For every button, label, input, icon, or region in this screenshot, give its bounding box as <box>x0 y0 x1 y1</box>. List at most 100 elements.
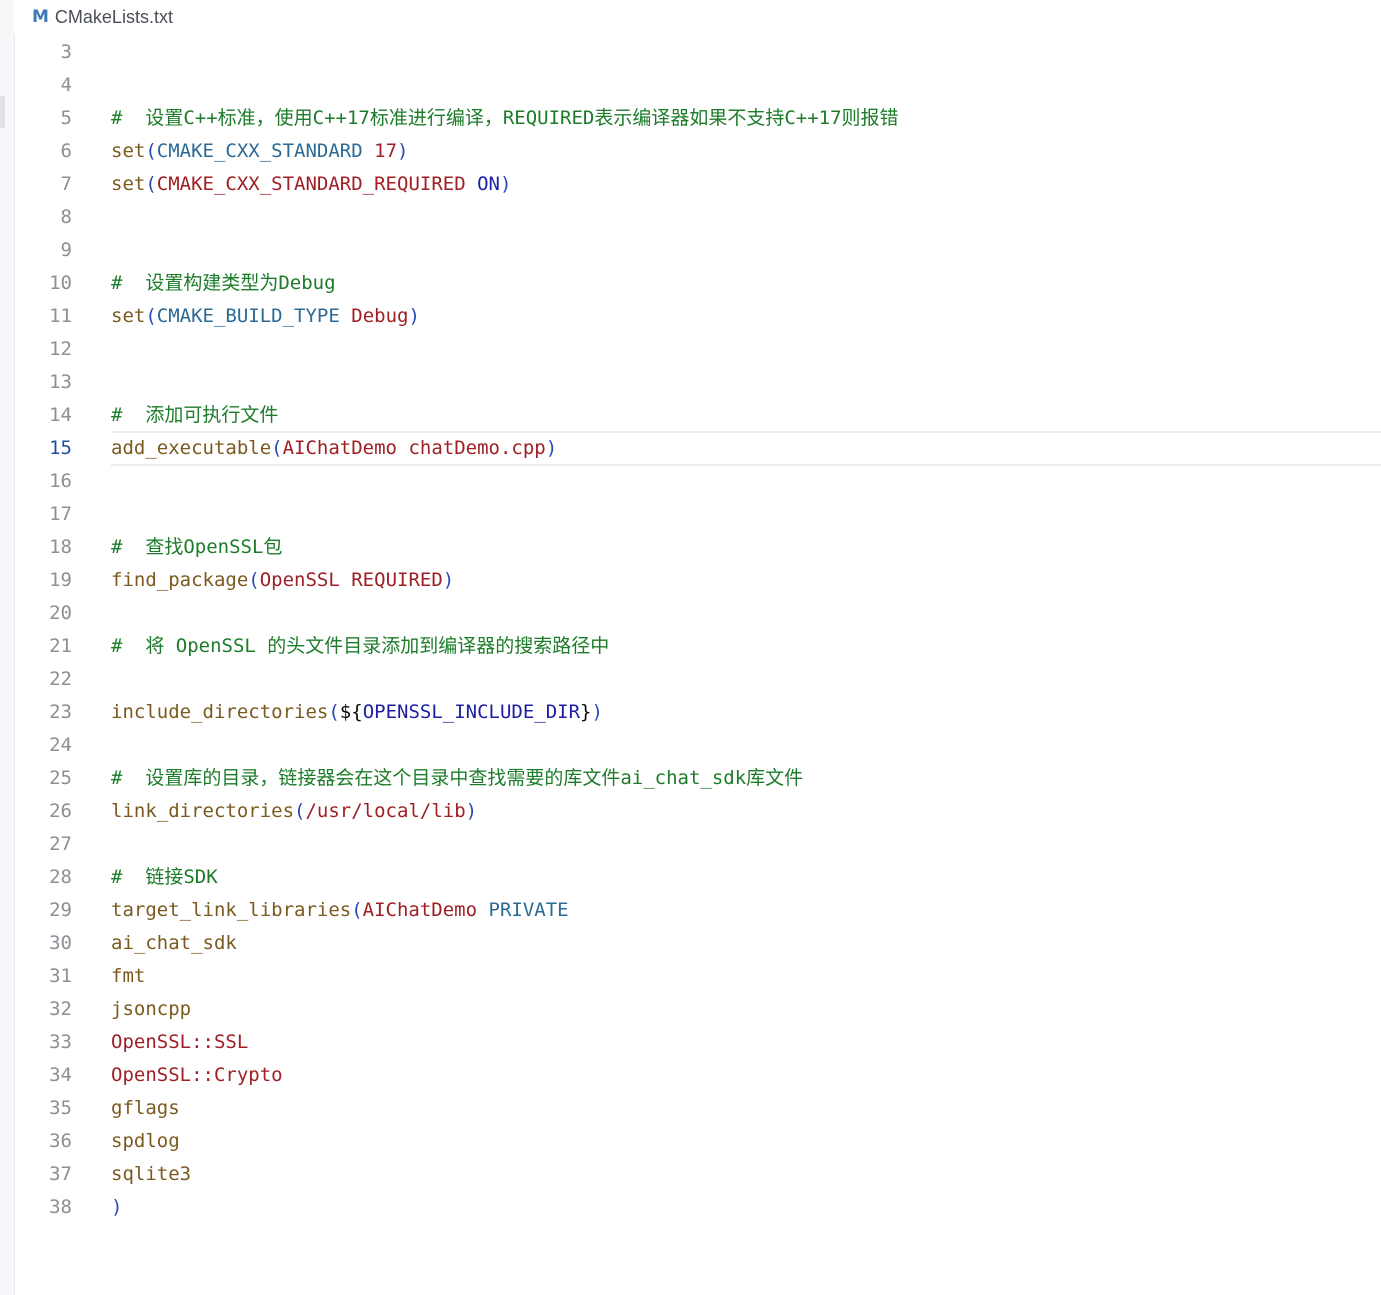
code-token: CMAKE_CXX_STANDARD_REQUIRED <box>156 173 466 195</box>
code-line[interactable]: 35 gflags <box>14 1092 1381 1125</box>
code-line[interactable]: 32 jsoncpp <box>14 993 1381 1026</box>
code-text: target_link_libraries(AIChatDemo PRIVATE <box>111 894 569 927</box>
code-line[interactable]: 15 add_executable(AIChatDemo chatDemo.cpp… <box>14 431 1381 466</box>
line-number: 6 <box>60 140 72 162</box>
editor-tab-bar: M CMakeLists.txt <box>14 0 1381 34</box>
line-number: 4 <box>60 74 72 96</box>
code-token: ( <box>351 899 363 921</box>
line-number: 16 <box>49 470 72 492</box>
code-token: OPENSSL_INCLUDE_DIR <box>362 701 581 723</box>
code-token: AIChatDemo <box>362 899 478 921</box>
line-number: 37 <box>49 1163 72 1185</box>
code-line[interactable]: 8 <box>14 201 1381 234</box>
code-line[interactable]: 31 fmt <box>14 960 1381 993</box>
code-line[interactable]: 11 set(CMAKE_BUILD_TYPE Debug) <box>14 300 1381 333</box>
code-token: fmt <box>111 965 146 987</box>
code-token: ( <box>328 701 340 723</box>
file-tab[interactable]: M CMakeLists.txt <box>32 5 173 29</box>
code-line[interactable]: 30 ai_chat_sdk <box>14 927 1381 960</box>
code-line[interactable]: 10 # 设置构建类型为Debug <box>14 267 1381 300</box>
code-line[interactable]: 16 <box>14 465 1381 498</box>
code-line[interactable]: 21 # 将 OpenSSL 的头文件目录添加到编译器的搜索路径中 <box>14 630 1381 663</box>
code-line[interactable]: 22 <box>14 663 1381 696</box>
code-text: OpenSSL::Crypto <box>111 1059 283 1092</box>
code-text: link_directories(/usr/local/lib) <box>111 795 477 828</box>
code-token: ( <box>248 569 260 591</box>
code-line[interactable]: 34 OpenSSL::Crypto <box>14 1059 1381 1092</box>
code-line[interactable]: 20 <box>14 597 1381 630</box>
code-line[interactable]: 29 target_link_libraries(AIChatDemo PRIVA… <box>14 894 1381 927</box>
code-token: /usr/local/lib <box>305 800 466 822</box>
code-token: ) <box>591 701 603 723</box>
code-token: ( <box>145 173 157 195</box>
code-line[interactable]: 9 <box>14 234 1381 267</box>
line-number: 31 <box>49 965 72 987</box>
code-line[interactable]: 6 set(CMAKE_CXX_STANDARD 17) <box>14 135 1381 168</box>
line-number: 25 <box>49 767 72 789</box>
code-line[interactable]: 37 sqlite3 <box>14 1158 1381 1191</box>
code-line[interactable]: 4 <box>14 69 1381 102</box>
code-line[interactable]: 7 set(CMAKE_CXX_STANDARD_REQUIRED ON) <box>14 168 1381 201</box>
code-text: add_executable(AIChatDemo chatDemo.cpp) <box>111 432 557 465</box>
left-tool-strip <box>0 0 15 1295</box>
line-number: 21 <box>49 635 72 657</box>
file-tab-label: CMakeLists.txt <box>54 6 173 27</box>
code-line[interactable]: 19 find_package(OpenSSL REQUIRED) <box>14 564 1381 597</box>
code-token: Debug <box>351 305 409 327</box>
code-token: find_package <box>111 569 249 591</box>
code-token: AIChatDemo chatDemo.cpp <box>282 437 546 459</box>
code-token: jsoncpp <box>111 998 192 1020</box>
line-number: 3 <box>60 41 72 63</box>
code-text: sqlite3 <box>111 1158 191 1191</box>
line-number: 17 <box>49 503 72 525</box>
code-token: # 设置库的目录，链接器会在这个目录中查找需要的库文件ai_chat_sdk库文… <box>111 767 804 789</box>
code-token: # 链接SDK <box>111 866 218 888</box>
line-number: 19 <box>49 569 72 591</box>
code-line[interactable]: 25 # 设置库的目录，链接器会在这个目录中查找需要的库文件ai_chat_sdk… <box>14 762 1381 795</box>
line-number: 33 <box>49 1031 72 1053</box>
line-number: 11 <box>49 305 72 327</box>
code-line[interactable]: 28 # 链接SDK <box>14 861 1381 894</box>
line-number: 15 <box>49 437 72 459</box>
code-text: jsoncpp <box>111 993 191 1026</box>
code-token: CMAKE_CXX_STANDARD <box>156 140 363 162</box>
code-line[interactable]: 18 # 查找OpenSSL包 <box>14 531 1381 564</box>
code-text: find_package(OpenSSL REQUIRED) <box>111 564 454 597</box>
code-token: set <box>111 140 146 162</box>
code-token: } <box>580 701 592 723</box>
code-line[interactable]: 12 <box>14 333 1381 366</box>
code-text: set(CMAKE_CXX_STANDARD 17) <box>111 135 408 168</box>
code-token: ( <box>145 305 157 327</box>
code-line[interactable]: 23 include_directories(${OPENSSL_INCLUDE_… <box>14 696 1381 729</box>
code-token: OpenSSL::SSL <box>111 1031 249 1053</box>
code-editor[interactable]: 3 4 5 # 设置C++标准，使用C++17标准进行编译，REQUIRED表示编译器… <box>14 36 1381 1224</box>
code-line[interactable]: 33 OpenSSL::SSL <box>14 1026 1381 1059</box>
code-line[interactable]: 13 <box>14 366 1381 399</box>
code-line[interactable]: 17 <box>14 498 1381 531</box>
line-number: 29 <box>49 899 72 921</box>
code-line[interactable]: 5 # 设置C++标准，使用C++17标准进行编译，REQUIRED表示编译器如果… <box>14 102 1381 135</box>
line-number: 7 <box>60 173 72 195</box>
code-token: spdlog <box>111 1130 180 1152</box>
code-token: ) <box>408 305 420 327</box>
line-number: 26 <box>49 800 72 822</box>
code-line[interactable]: 38) <box>14 1191 1381 1224</box>
code-line[interactable]: 3 <box>14 36 1381 69</box>
code-line[interactable]: 36 spdlog <box>14 1125 1381 1158</box>
line-number: 20 <box>49 602 72 624</box>
code-line[interactable]: 14 # 添加可执行文件 <box>14 399 1381 432</box>
code-token: set <box>111 305 146 327</box>
code-line[interactable]: 24 <box>14 729 1381 762</box>
code-token: ) <box>397 140 409 162</box>
line-number: 35 <box>49 1097 72 1119</box>
code-token: gflags <box>111 1097 180 1119</box>
code-text: ) <box>111 1191 122 1224</box>
code-line[interactable]: 27 <box>14 828 1381 861</box>
code-token: OpenSSL::Crypto <box>111 1064 283 1086</box>
code-line[interactable]: 26 link_directories(/usr/local/lib) <box>14 795 1381 828</box>
code-text: # 将 OpenSSL 的头文件目录添加到编译器的搜索路径中 <box>111 630 609 663</box>
line-number: 5 <box>60 107 72 129</box>
